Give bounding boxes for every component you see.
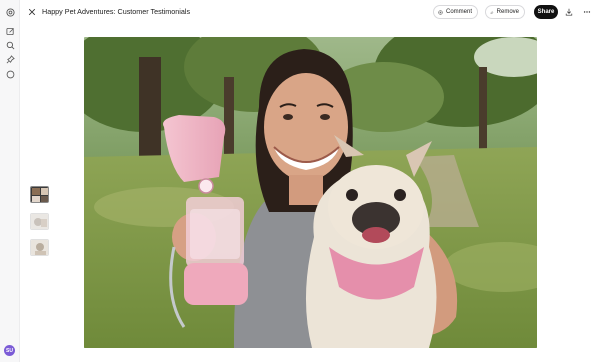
- comment-label: Comment: [445, 9, 472, 15]
- chat-icon[interactable]: [4, 68, 16, 80]
- comment-button[interactable]: Comment: [433, 5, 478, 19]
- close-icon[interactable]: [26, 6, 37, 17]
- more-options-icon[interactable]: [581, 6, 592, 17]
- search-icon[interactable]: [4, 39, 16, 51]
- share-button[interactable]: Share: [534, 5, 558, 19]
- edit-icon[interactable]: [4, 25, 16, 37]
- top-bar: Happy Pet Adventures: Customer Testimoni…: [20, 0, 600, 24]
- comment-icon: [438, 9, 443, 15]
- logo-icon[interactable]: [4, 6, 16, 18]
- thumbnail-1[interactable]: [30, 186, 49, 203]
- left-rail: SU: [0, 0, 20, 362]
- remove-button[interactable]: Remove: [485, 5, 525, 19]
- thumbnail-2[interactable]: [30, 213, 49, 230]
- page-title: Happy Pet Adventures: Customer Testimoni…: [42, 7, 191, 16]
- thumbnail-3[interactable]: [30, 239, 49, 256]
- main-image: [84, 37, 537, 348]
- avatar[interactable]: SU: [4, 345, 15, 356]
- download-icon[interactable]: [563, 6, 574, 17]
- pin-icon[interactable]: [4, 53, 16, 65]
- eraser-icon: [490, 10, 494, 14]
- remove-label: Remove: [496, 9, 519, 15]
